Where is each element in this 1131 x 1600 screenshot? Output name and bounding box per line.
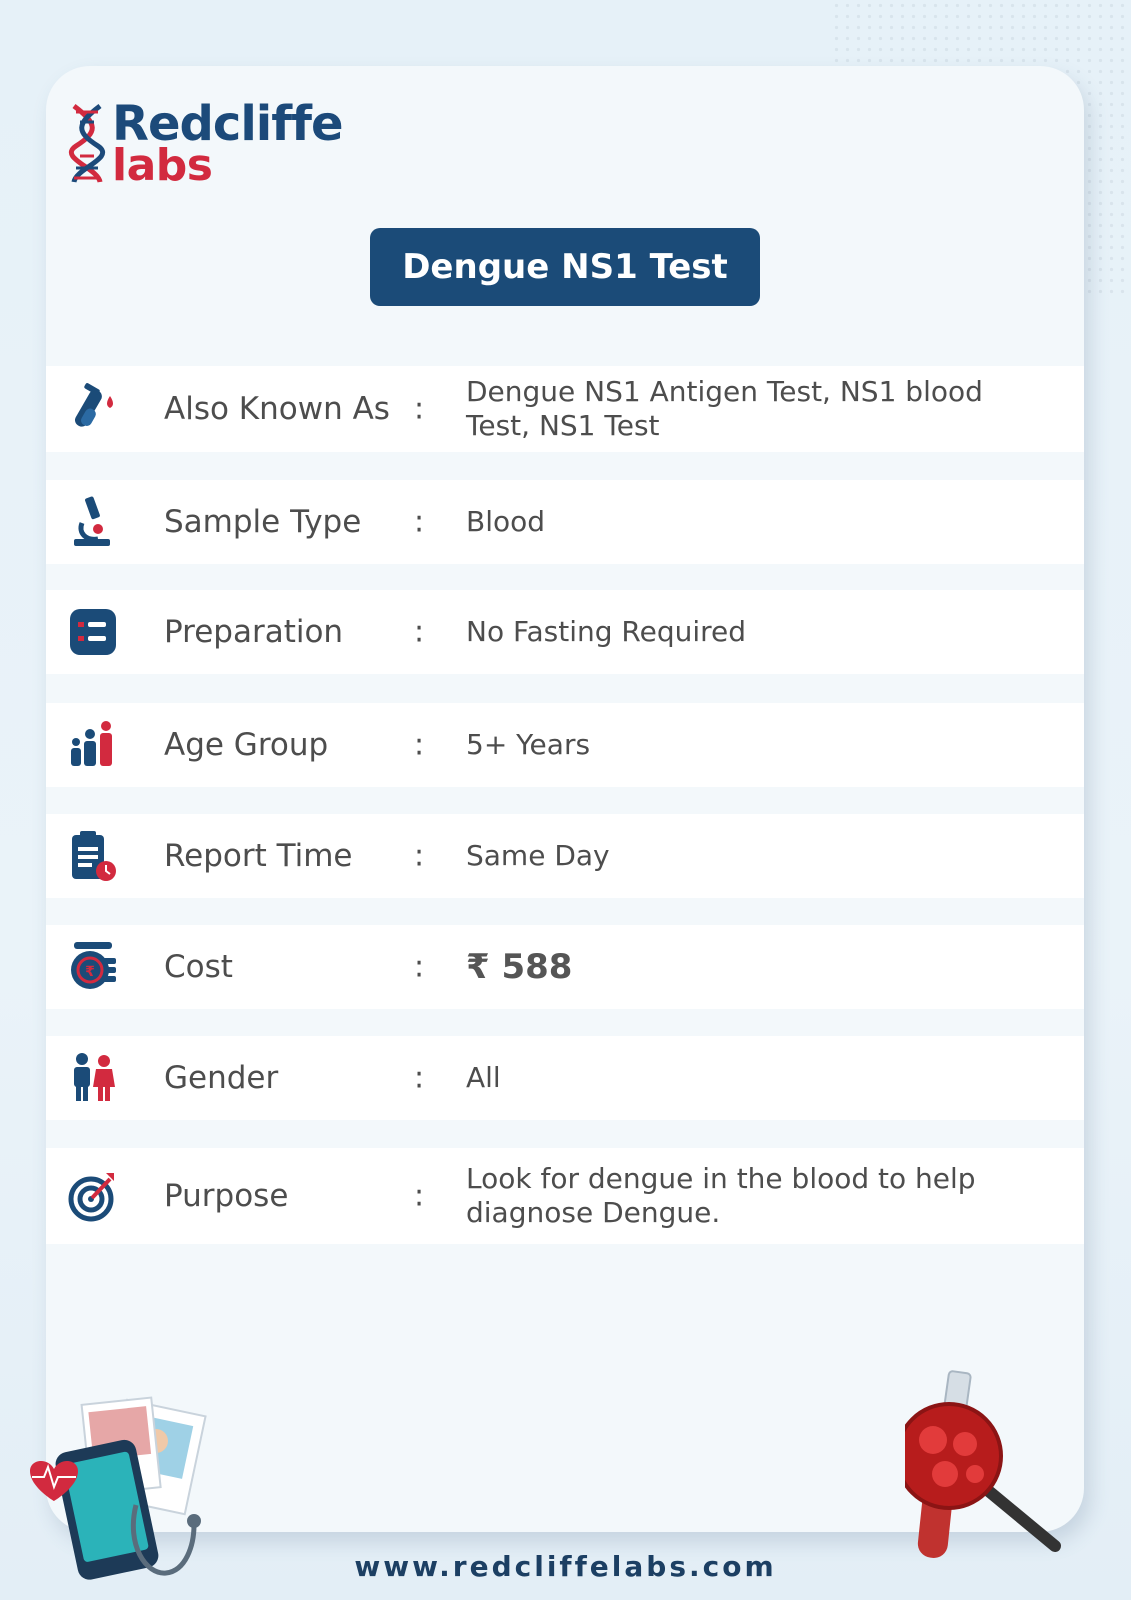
website-footer[interactable]: www.redcliffelabs.com (0, 1550, 1131, 1583)
row-colon: : (414, 614, 425, 650)
row-label: Sample Type (164, 504, 362, 540)
row-colon: : (414, 949, 425, 985)
brand-sub: labs (112, 140, 213, 191)
blood-magnifier-illustration (905, 1370, 1061, 1558)
report-clock-icon (72, 831, 116, 881)
row-value: Same Day (466, 839, 610, 872)
brand-logo[interactable]: Redcliffe labs (68, 96, 368, 191)
row-colon: : (414, 504, 425, 540)
row-label: Report Time (164, 838, 353, 874)
row-value: Look for dengue in the blood to help dia… (466, 1162, 976, 1229)
row-value: Dengue NS1 Antigen Test, NS1 blood Test,… (466, 375, 983, 442)
row-purpose: Purpose : Look for dengue in the blood t… (46, 1148, 1084, 1244)
row-label: Preparation (164, 614, 344, 650)
microscope-icon (74, 496, 110, 546)
row-gender: Gender : All (46, 1036, 1084, 1120)
row-label: Also Known As (164, 391, 390, 427)
row-colon: : (414, 1178, 425, 1214)
test-tube-icon (75, 383, 113, 427)
row-label: Gender (164, 1060, 279, 1096)
row-colon: : (414, 1060, 425, 1096)
row-value: 5+ Years (466, 728, 591, 761)
dna-icon (69, 104, 105, 183)
test-title-badge: Dengue NS1 Test (370, 228, 760, 306)
target-icon (68, 1173, 114, 1222)
row-label: Purpose (164, 1178, 289, 1214)
row-colon: : (414, 838, 425, 874)
row-sample-type: Sample Type : Blood (46, 480, 1084, 564)
family-icon (71, 721, 112, 766)
rupee-coins-icon: ₹ (71, 942, 116, 989)
gender-icon (74, 1053, 115, 1101)
row-colon: : (414, 727, 425, 763)
row-age-group: Age Group : 5+ Years (46, 703, 1084, 787)
row-report-time: Report Time : Same Day (46, 814, 1084, 898)
row-value: All (466, 1061, 501, 1094)
row-also-known-as: Also Known As : Dengue NS1 Antigen Test,… (46, 366, 1084, 452)
row-value: Blood (466, 505, 546, 538)
row-label: Cost (164, 949, 233, 985)
row-cost: ₹ Cost : ₹ 588 (46, 925, 1084, 1009)
row-label: Age Group (164, 727, 329, 763)
row-preparation: Preparation : No Fasting Required (46, 590, 1084, 674)
svg-text:₹: ₹ (85, 964, 95, 980)
row-value: ₹ 588 (466, 947, 573, 987)
row-value: No Fasting Required (466, 615, 747, 648)
checklist-icon (70, 609, 116, 655)
row-colon: : (414, 391, 425, 427)
